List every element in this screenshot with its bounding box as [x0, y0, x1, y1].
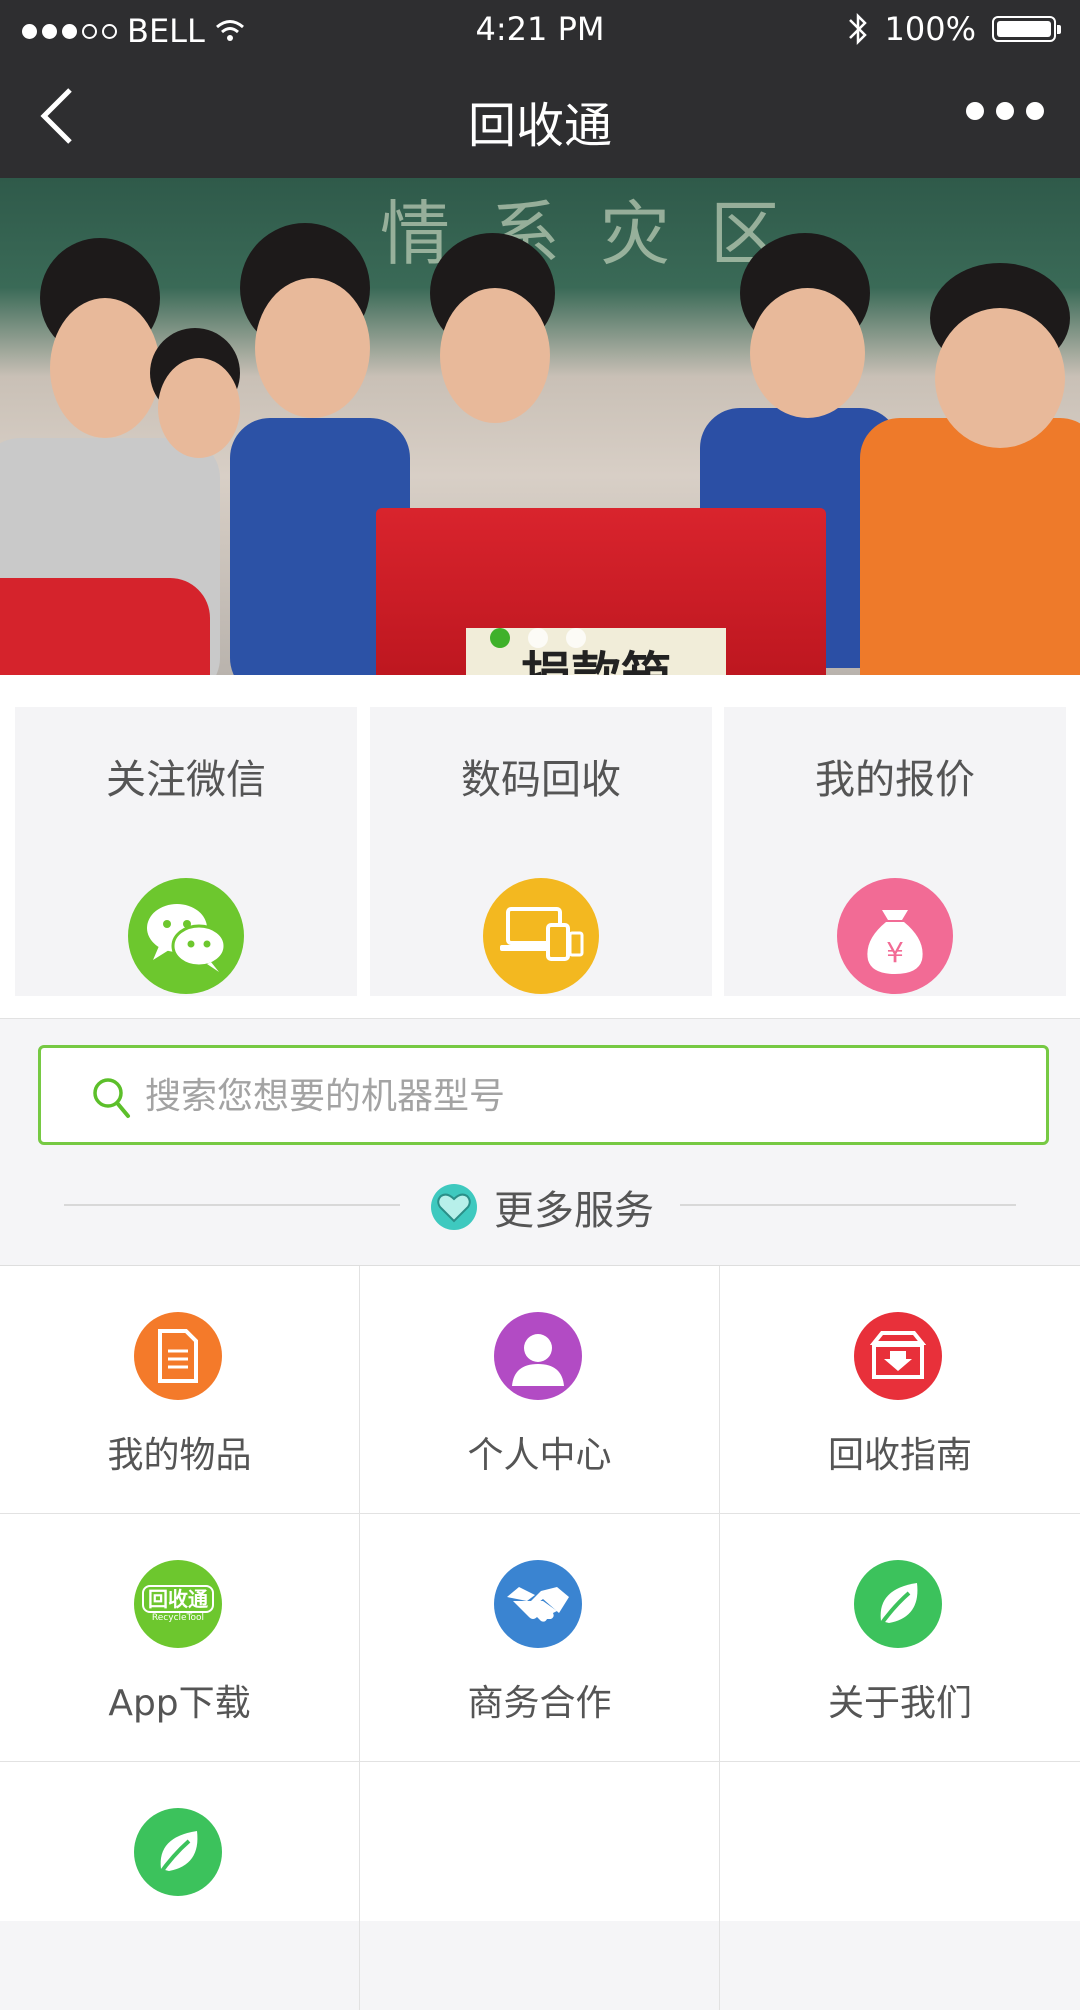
more-dot — [996, 102, 1014, 120]
document-icon — [134, 1312, 222, 1400]
more-dot — [966, 102, 984, 120]
carousel-pager — [490, 628, 586, 648]
donation-box: 捐款箱 — [376, 508, 826, 675]
leaf-icon — [134, 1808, 222, 1896]
service-label: 商务合作 — [467, 1683, 612, 1724]
more-services-header: 更多服务 — [0, 1170, 1080, 1240]
service-label: 回收指南 — [827, 1435, 972, 1476]
tile-digital-recycle[interactable]: 数码回收 — [370, 707, 712, 996]
service-app-download[interactable]: 回收通 RecycleTool App下载 — [0, 1514, 360, 1762]
wechat-icon — [128, 878, 244, 994]
tile-my-quote[interactable]: 我的报价 ¥ — [724, 707, 1066, 996]
user-icon — [494, 1312, 582, 1400]
pager-dot[interactable] — [528, 628, 548, 648]
status-bar: BELL 4:21 PM 100% — [0, 0, 1080, 62]
search-box[interactable] — [38, 1045, 1049, 1145]
tile-label: 数码回收 — [461, 757, 621, 803]
divider-line — [680, 1204, 1016, 1206]
status-right: 100% — [847, 10, 1061, 48]
service-user-center[interactable]: 个人中心 — [360, 1266, 720, 1514]
bluetooth-icon — [848, 12, 867, 46]
handshake-icon — [494, 1560, 582, 1648]
search-input[interactable] — [143, 1064, 1007, 1128]
app-logo-icon: 回收通 RecycleTool — [134, 1560, 222, 1648]
leaf-icon — [854, 1560, 942, 1648]
tile-wechat[interactable]: 关注微信 — [15, 707, 357, 996]
devices-icon — [483, 878, 599, 994]
money-bag-icon: ¥ — [837, 878, 953, 994]
heart-icon — [431, 1184, 477, 1230]
svg-text:¥: ¥ — [886, 936, 904, 969]
section-title: 更多服务 — [430, 1178, 654, 1236]
tile-label: 我的报价 — [815, 757, 975, 803]
app-logo-subtext: RecycleTool — [151, 1613, 205, 1623]
more-dot — [1026, 102, 1044, 120]
service-label: 关于我们 — [827, 1683, 972, 1724]
battery-icon — [992, 16, 1061, 42]
search-icon — [93, 1078, 130, 1118]
service-my-items[interactable]: 我的物品 — [0, 1266, 360, 1514]
download-box-icon — [854, 1312, 942, 1400]
nav-bar: 回收通 — [0, 62, 1080, 178]
tile-label: 关注微信 — [106, 757, 266, 803]
section-title-text: 更多服务 — [494, 1188, 654, 1234]
service-extra[interactable] — [0, 1762, 360, 2010]
divider-line — [64, 1204, 400, 1206]
pager-dot-active[interactable] — [490, 628, 510, 648]
battery-percent: 100% — [884, 10, 976, 48]
quick-tiles: 关注微信 数码回收 我的报价 ¥ — [0, 675, 1080, 1019]
service-empty — [360, 1762, 720, 2010]
app-logo-text: 回收通 — [142, 1585, 214, 1613]
more-button[interactable] — [966, 102, 1044, 120]
service-recycle-guide[interactable]: 回收指南 — [720, 1266, 1080, 1514]
service-label: App下载 — [108, 1683, 251, 1724]
service-about-us[interactable]: 关于我们 — [720, 1514, 1080, 1762]
page-title: 回收通 — [467, 98, 612, 154]
service-label: 个人中心 — [467, 1435, 612, 1476]
service-empty — [720, 1762, 1080, 2010]
services-grid: 我的物品 个人中心 回收指南 回收通 RecycleTool App下载 商务合… — [0, 1265, 1080, 2010]
banner-carousel[interactable]: 情系灾区 捐款箱 — [0, 178, 1080, 675]
pager-dot[interactable] — [566, 628, 586, 648]
service-label: 我的物品 — [107, 1435, 252, 1476]
service-business[interactable]: 商务合作 — [360, 1514, 720, 1762]
